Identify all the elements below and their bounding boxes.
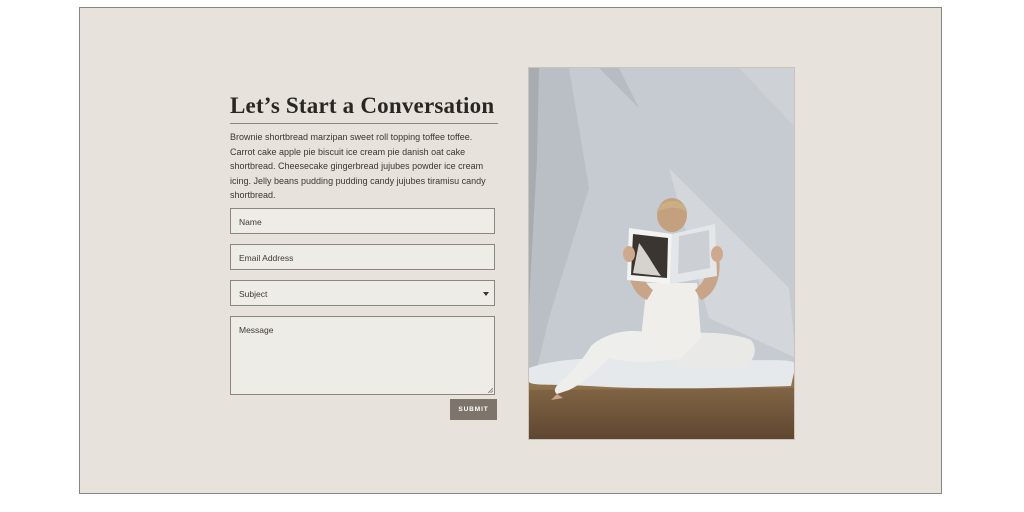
message-placeholder: Message: [239, 325, 274, 335]
email-field[interactable]: Email Address: [230, 244, 495, 270]
contact-section: Let’s Start a Conversation Brownie short…: [79, 7, 942, 494]
hero-photo: [528, 67, 795, 440]
contact-intro: Let’s Start a Conversation Brownie short…: [230, 93, 498, 203]
subject-select[interactable]: Subject: [230, 280, 495, 306]
page-title: Let’s Start a Conversation: [230, 93, 498, 124]
message-textarea[interactable]: Message: [230, 316, 495, 395]
chevron-down-icon: [483, 292, 489, 296]
subject-selected-value: Subject: [239, 289, 268, 299]
submit-button[interactable]: SUBMIT: [450, 399, 497, 420]
resize-handle-icon[interactable]: [487, 387, 493, 393]
email-placeholder: Email Address: [239, 253, 294, 263]
photo-illustration: [529, 68, 794, 439]
name-placeholder: Name: [239, 217, 262, 227]
intro-paragraph: Brownie shortbread marzipan sweet roll t…: [230, 132, 486, 200]
name-field[interactable]: Name: [230, 208, 495, 234]
